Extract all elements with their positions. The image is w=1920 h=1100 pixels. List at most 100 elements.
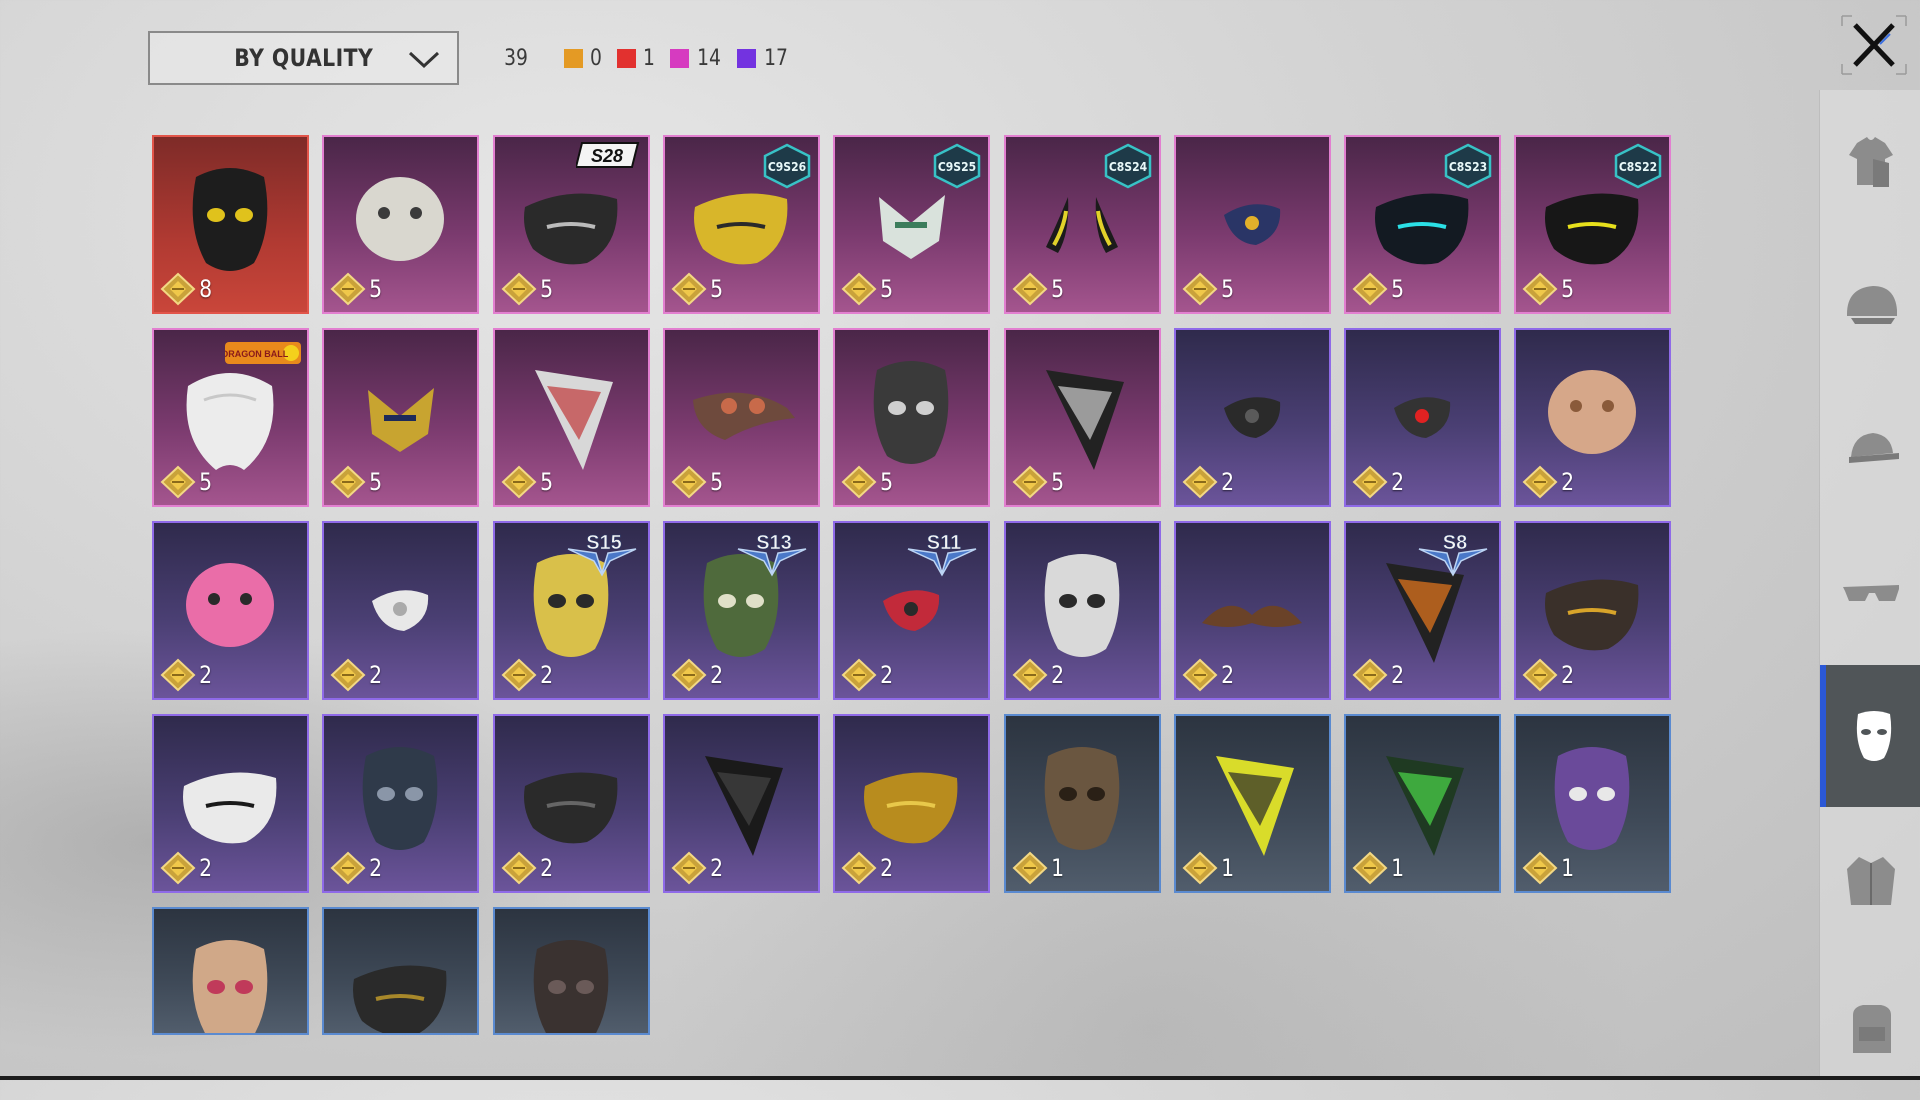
cost-value: 2 bbox=[199, 854, 213, 882]
category-tab[interactable] bbox=[1820, 378, 1920, 520]
season-badge-text: C8S24 bbox=[1109, 160, 1148, 174]
item-card[interactable]: 1 bbox=[1174, 714, 1331, 893]
category-tab[interactable] bbox=[1820, 522, 1920, 664]
item-card[interactable]: C8S23 5 bbox=[1344, 135, 1501, 314]
coin-icon bbox=[841, 851, 877, 885]
close-icon[interactable] bbox=[1840, 14, 1908, 76]
cost-value: 1 bbox=[1221, 854, 1235, 882]
coin-icon bbox=[501, 851, 537, 885]
cost-value: 5 bbox=[710, 275, 724, 303]
item-cost: 5 bbox=[501, 465, 554, 499]
item-card[interactable]: 1 bbox=[1004, 714, 1161, 893]
item-card[interactable]: 5 bbox=[833, 328, 990, 507]
coin-icon bbox=[671, 465, 707, 499]
cost-value: 1 bbox=[1051, 854, 1065, 882]
coin-icon bbox=[671, 851, 707, 885]
item-card[interactable]: S8 2 bbox=[1344, 521, 1501, 700]
item-card[interactable]: C8S24 5 bbox=[1004, 135, 1161, 314]
cost-value: 2 bbox=[1391, 468, 1405, 496]
item-cost: 5 bbox=[1012, 465, 1065, 499]
item-card[interactable]: DRAGON BALL 5 bbox=[152, 328, 309, 507]
item-card[interactable]: 2 bbox=[1004, 521, 1161, 700]
category-tab[interactable] bbox=[1820, 235, 1920, 377]
coin-icon bbox=[1352, 658, 1388, 692]
item-card[interactable]: 1 bbox=[1344, 714, 1501, 893]
cost-value: 5 bbox=[369, 275, 383, 303]
sort-dropdown[interactable]: BY QUALITY bbox=[148, 31, 459, 85]
item-card[interactable]: 5 bbox=[493, 328, 650, 507]
quality-counts: 39 0 1 14 17 bbox=[502, 42, 804, 74]
item-card[interactable]: 2 bbox=[493, 714, 650, 893]
cost-value: 5 bbox=[540, 275, 554, 303]
item-card[interactable]: 5 bbox=[322, 135, 479, 314]
item-card[interactable]: 5 bbox=[322, 328, 479, 507]
item-card[interactable]: 2 bbox=[833, 714, 990, 893]
coin-icon bbox=[160, 851, 196, 885]
collab-logo-text: DRAGON BALL bbox=[225, 349, 289, 359]
item-card[interactable] bbox=[152, 907, 309, 1035]
season-badge-text: C9S26 bbox=[768, 160, 806, 174]
mask-icon bbox=[1856, 711, 1891, 761]
item-card[interactable]: 5 bbox=[1004, 328, 1161, 507]
season-badge-text: S15 bbox=[586, 532, 622, 554]
cost-value: 2 bbox=[1561, 661, 1575, 689]
item-card[interactable]: 8 bbox=[152, 135, 309, 314]
item-cost: 2 bbox=[671, 851, 724, 885]
item-cost: 1 bbox=[1012, 851, 1065, 885]
item-card[interactable]: 2 bbox=[322, 521, 479, 700]
item-cost: 2 bbox=[330, 658, 383, 692]
category-tab[interactable] bbox=[1820, 90, 1920, 232]
coin-icon bbox=[841, 658, 877, 692]
item-cost: 5 bbox=[841, 272, 894, 306]
item-card[interactable] bbox=[322, 907, 479, 1035]
cost-value: 2 bbox=[1221, 661, 1235, 689]
season-badge-text: C8S23 bbox=[1449, 160, 1487, 174]
cost-value: 5 bbox=[369, 468, 383, 496]
cap-icon bbox=[1848, 433, 1899, 463]
item-card[interactable]: 2 bbox=[322, 714, 479, 893]
cost-value: 5 bbox=[880, 468, 894, 496]
item-card[interactable] bbox=[493, 907, 650, 1035]
coin-icon bbox=[1182, 272, 1218, 306]
item-card[interactable]: S13 2 bbox=[663, 521, 820, 700]
item-cost: 5 bbox=[501, 272, 554, 306]
quality-count-pink: 14 bbox=[670, 46, 723, 71]
item-card[interactable]: 2 bbox=[1174, 328, 1331, 507]
item-card[interactable]: 2 bbox=[1514, 328, 1671, 507]
quality-swatch bbox=[564, 48, 583, 68]
item-card[interactable]: 2 bbox=[152, 521, 309, 700]
item-card[interactable]: C9S25 5 bbox=[833, 135, 990, 314]
coin-icon bbox=[841, 272, 877, 306]
item-cost: 2 bbox=[1012, 658, 1065, 692]
item-cost: 2 bbox=[501, 851, 554, 885]
item-cost: 5 bbox=[671, 272, 724, 306]
item-card[interactable]: S11 2 bbox=[833, 521, 990, 700]
item-cost: 5 bbox=[330, 465, 383, 499]
category-tab[interactable] bbox=[1820, 665, 1920, 807]
item-card[interactable]: C8S22 5 bbox=[1514, 135, 1671, 314]
season-badge-text: S13 bbox=[756, 532, 792, 554]
cost-value: 5 bbox=[710, 468, 724, 496]
item-cost: 1 bbox=[1522, 851, 1575, 885]
item-cost: 5 bbox=[1182, 272, 1235, 306]
item-cost: 5 bbox=[841, 465, 894, 499]
season-wing-badge-icon: S13 bbox=[737, 532, 807, 577]
season-wing-badge-icon: S15 bbox=[567, 532, 637, 577]
category-tab[interactable] bbox=[1820, 810, 1920, 952]
item-card[interactable]: 2 bbox=[1174, 521, 1331, 700]
item-card[interactable]: S28 5 bbox=[493, 135, 650, 314]
coin-icon bbox=[330, 465, 366, 499]
item-card[interactable]: S15 2 bbox=[493, 521, 650, 700]
item-card[interactable]: 2 bbox=[663, 714, 820, 893]
quality-swatch bbox=[670, 48, 689, 68]
item-card[interactable]: C9S26 5 bbox=[663, 135, 820, 314]
item-card[interactable]: 5 bbox=[1174, 135, 1331, 314]
coin-icon bbox=[501, 272, 537, 306]
item-card[interactable]: 2 bbox=[152, 714, 309, 893]
item-cost: 2 bbox=[671, 658, 724, 692]
item-card[interactable]: 5 bbox=[663, 328, 820, 507]
item-card[interactable]: 2 bbox=[1514, 521, 1671, 700]
item-card[interactable]: 2 bbox=[1344, 328, 1501, 507]
item-card[interactable]: 1 bbox=[1514, 714, 1671, 893]
item-cost: 8 bbox=[160, 272, 213, 306]
